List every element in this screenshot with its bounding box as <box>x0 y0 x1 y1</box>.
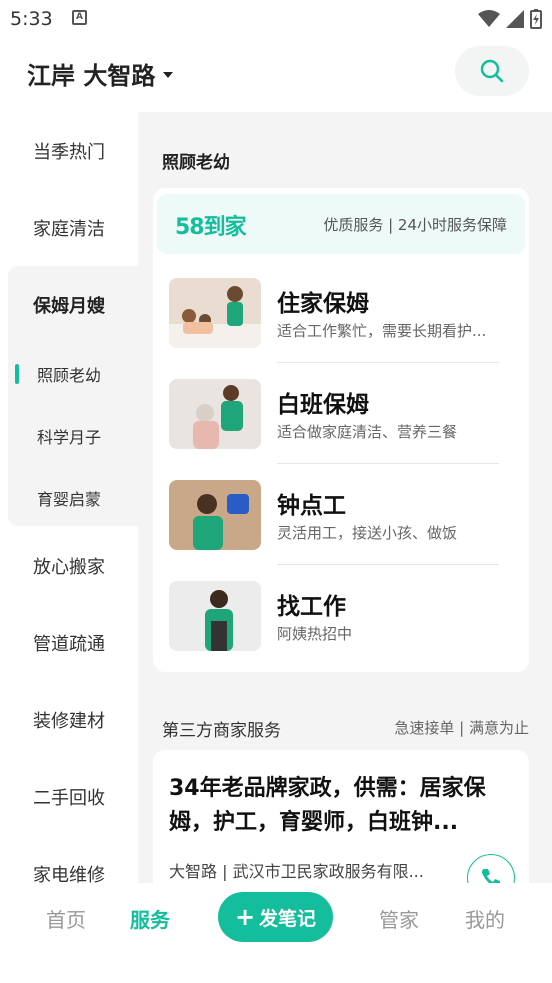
brand-slogan: 优质服务 | 24小时服务保障 <box>323 216 507 234</box>
sidebar-item-label: 育婴启蒙 <box>36 490 101 509</box>
post-note-label: 发笔记 <box>259 907 317 930</box>
service-desc: 适合做家庭清洁、营养三餐 <box>277 423 458 441</box>
post-note-button[interactable]: + 发笔记 <box>218 892 333 942</box>
sidebar-item-label: 照顾老幼 <box>36 366 101 385</box>
merchant-listing-card[interactable]: 34年老品牌家政，供需：居家保姆，护工，育婴师，白班钟... 大智路 | 武汉市… <box>153 750 529 883</box>
sidebar-item-label: 保姆月嫂 <box>33 295 105 317</box>
service-card: 58到家 优质服务 | 24小时服务保障 住家保姆 适合工作繁忙，需要长期看护.… <box>153 188 529 672</box>
divider <box>277 362 499 363</box>
location-label: 江岸 大智路 <box>27 62 156 90</box>
wifi-icon <box>478 10 500 27</box>
battery-icon <box>530 9 542 29</box>
active-indicator <box>15 364 19 384</box>
header: 江岸 大智路 <box>0 38 552 112</box>
location-selector[interactable]: 江岸 大智路 <box>27 56 174 91</box>
nav-service[interactable]: 服务 <box>130 904 170 933</box>
plus-icon: + <box>234 903 256 931</box>
sidebar-item-nanny[interactable]: 保姆月嫂 <box>8 266 138 343</box>
divider <box>277 463 499 464</box>
sidebar-item-label: 装修建材 <box>33 710 105 732</box>
service-thumbnail <box>169 379 261 449</box>
service-title: 钟点工 <box>277 493 346 519</box>
bottom-nav: 首页 服务 + 发笔记 管家 我的 <box>0 883 552 983</box>
nav-home[interactable]: 首页 <box>46 904 86 933</box>
phone-icon <box>482 869 500 883</box>
service-desc: 灵活用工，接送小孩、做饭 <box>277 524 458 542</box>
status-time: 5:33 <box>10 8 53 30</box>
sidebar-item-label: 当季热门 <box>33 141 105 163</box>
brand-bar: 58到家 优质服务 | 24小时服务保障 <box>157 194 525 254</box>
sidebar-item-recycling[interactable]: 二手回收 <box>0 758 138 835</box>
service-desc: 阿姨热招中 <box>277 625 353 643</box>
status-bar: 5:33 A <box>0 0 552 38</box>
service-title: 住家保姆 <box>277 291 369 317</box>
category-sidebar: 当季热门 家庭清洁 保姆月嫂 照顾老幼 科学月子 育婴启蒙 放心搬家 管道疏通 … <box>0 112 138 886</box>
service-item-day-nanny[interactable]: 白班保姆 适合做家庭清洁、营养三餐 <box>169 379 515 479</box>
sidebar-item-label: 放心搬家 <box>33 556 105 578</box>
service-thumbnail <box>169 278 261 348</box>
sidebar-sub-postpartum[interactable]: 科学月子 <box>8 405 138 467</box>
service-item-live-in-nanny[interactable]: 住家保姆 适合工作繁忙，需要长期看护... <box>169 278 515 378</box>
status-icons <box>478 9 542 29</box>
sidebar-item-renovation[interactable]: 装修建材 <box>0 681 138 758</box>
sidebar-item-label: 管道疏通 <box>33 633 105 655</box>
sidebar-group-nanny: 保姆月嫂 照顾老幼 科学月子 育婴启蒙 <box>8 266 138 526</box>
caret-down-icon <box>163 72 174 78</box>
third-party-title: 第三方商家服务 <box>162 721 281 741</box>
sidebar-sub-elderly-child-care[interactable]: 照顾老幼 <box>8 343 138 405</box>
service-item-find-job[interactable]: 找工作 阿姨热招中 <box>169 581 515 681</box>
sidebar-sub-infant[interactable]: 育婴启蒙 <box>8 467 138 529</box>
nav-butler[interactable]: 管家 <box>379 904 419 933</box>
service-thumbnail <box>169 480 261 550</box>
search-icon <box>480 59 504 83</box>
sidebar-item-hot[interactable]: 当季热门 <box>0 112 138 189</box>
call-button[interactable] <box>467 854 515 883</box>
sidebar-item-pipe[interactable]: 管道疏通 <box>0 604 138 681</box>
section-title: 照顾老幼 <box>162 153 230 173</box>
sidebar-item-moving[interactable]: 放心搬家 <box>0 527 138 604</box>
service-title: 白班保姆 <box>277 392 369 418</box>
main-content: 照顾老幼 58到家 优质服务 | 24小时服务保障 住家保姆 适合工作繁忙，需要… <box>138 112 552 883</box>
service-thumbnail <box>169 581 261 651</box>
brand-logo: 58到家 <box>175 215 247 240</box>
service-desc: 适合工作繁忙，需要长期看护... <box>277 322 487 340</box>
listing-meta: 大智路 | 武汉市卫民家政服务有限... <box>169 862 424 881</box>
sidebar-item-label: 二手回收 <box>33 787 105 809</box>
divider <box>277 564 499 565</box>
sidebar-item-label: 家庭清洁 <box>33 218 105 240</box>
third-party-subtitle: 急速接单 | 满意为止 <box>394 719 529 737</box>
signal-icon <box>506 10 524 28</box>
listing-title: 34年老品牌家政，供需：居家保姆，护工，育婴师，白班钟... <box>169 776 486 835</box>
service-title: 找工作 <box>277 594 346 620</box>
sidebar-item-label: 科学月子 <box>36 428 101 447</box>
nav-mine[interactable]: 我的 <box>465 904 505 933</box>
search-button[interactable] <box>455 46 529 96</box>
sidebar-item-cleaning[interactable]: 家庭清洁 <box>0 189 138 266</box>
notification-icon: A <box>72 10 87 25</box>
service-item-hourly-worker[interactable]: 钟点工 灵活用工，接送小孩、做饭 <box>169 480 515 580</box>
